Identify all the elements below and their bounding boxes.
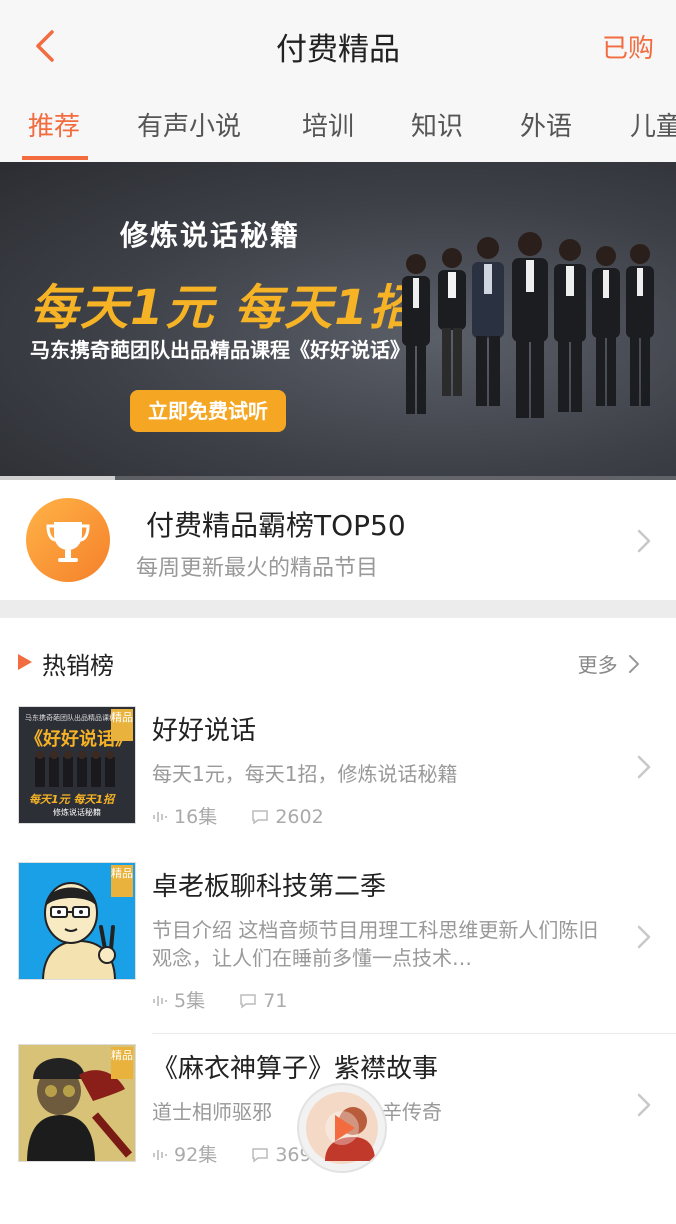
description-tail: 辛传奇 [382, 1100, 442, 1124]
team-photo-illustration [402, 232, 654, 418]
chevron-right-icon [637, 1093, 651, 1117]
section-marker-icon [18, 654, 32, 670]
tab-training[interactable]: 培训 [302, 106, 354, 143]
top-nav-bar: 付费精品 已购 [0, 0, 676, 91]
active-tab-indicator [22, 156, 88, 160]
promo-banner[interactable]: 修炼说话秘籍 每天1元 每天1招 马东携奇葩团队出品精品课程《好好说话》 立即免… [0, 162, 676, 480]
list-item-zhuo-laoban[interactable]: 精品 卓老板聊科技第二季 节目介绍 这档音频节目用理工科思维更新人们陈旧观念，让… [0, 862, 676, 1042]
page-title: 付费精品 [276, 32, 400, 68]
episodes-text: 5集 [174, 990, 206, 1012]
chevron-right-icon [629, 655, 639, 673]
more-label: 更多 [577, 653, 618, 677]
hot-sales-title: 热销榜 [42, 652, 114, 680]
banner-headline: 每天1元 每天1招 [30, 280, 420, 336]
audio-wave-icon [153, 996, 167, 1006]
comments-text: 71 [263, 990, 288, 1012]
floating-player-button[interactable] [297, 1083, 387, 1173]
item-title: 好好说话 [152, 716, 257, 746]
trophy-icon [26, 498, 110, 582]
premium-badge: 精品 [111, 709, 133, 741]
list-item-haohao-shuohua[interactable]: 马东携奇葩团队出品精品课程 《好好说话》 每天1元 每天1招 修炼说话秘籍 精品… [0, 706, 676, 886]
free-trial-button[interactable]: 立即免费试听 [130, 390, 286, 432]
now-playing-cover [306, 1092, 378, 1164]
episodes-count: 5集 [152, 990, 225, 1012]
episodes-text: 92集 [174, 1144, 218, 1166]
cover-image: 精品 [18, 862, 136, 980]
audio-wave-icon [153, 812, 167, 822]
item-description: 每天1元，每天1招，修炼说话秘籍 [152, 762, 458, 786]
banner-progress-fill [0, 476, 115, 480]
purchased-button[interactable]: 已购 [602, 28, 654, 65]
tab-knowledge[interactable]: 知识 [411, 106, 463, 143]
item-meta: 5集 71 [152, 986, 315, 1013]
comment-icon [240, 994, 256, 1009]
episodes-text: 16集 [174, 806, 218, 828]
chevron-right-icon [637, 925, 651, 949]
premium-badge: 精品 [111, 1047, 133, 1079]
item-description: 节目介绍 这档音频节目用理工科思维更新人们陈旧观念，让人们在睡前多懂一点技术… [152, 918, 599, 970]
chevron-right-icon [637, 755, 651, 779]
item-title: 《麻衣神算子》紫襟故事 [152, 1054, 439, 1084]
cover-people-illustration [35, 751, 115, 787]
row-divider [152, 1033, 676, 1034]
premium-badge: 精品 [111, 865, 133, 897]
episodes-count: 92集 [152, 1144, 237, 1166]
tab-children[interactable]: 儿童 [630, 106, 676, 143]
comment-icon [252, 1148, 269, 1163]
tab-recommend[interactable]: 推荐 [28, 106, 80, 143]
tab-audio-novel[interactable]: 有声小说 [137, 106, 241, 143]
cover-caption: 马东携奇葩团队出品精品课程 [25, 714, 116, 722]
episodes-count: 16集 [152, 806, 237, 828]
comments-text: 2602 [275, 806, 324, 828]
hot-sales-header: 热销榜 更多 [0, 618, 676, 702]
cover-slogan: 每天1元 每天1招 [29, 793, 115, 806]
chevron-right-icon [637, 529, 651, 553]
cover-image: 马东携奇葩团队出品精品课程 《好好说话》 每天1元 每天1招 修炼说话秘籍 精品 [18, 706, 136, 824]
audio-wave-icon [153, 1150, 167, 1160]
comments-count: 2602 [251, 806, 337, 828]
tab-foreign-language[interactable]: 外语 [520, 106, 572, 143]
top50-ranking-entry[interactable]: 付费精品霸榜TOP50 每周更新最火的精品节目 [0, 482, 676, 600]
description-head: 道士相师驱邪 [152, 1100, 272, 1124]
banner-subtitle: 修炼说话秘籍 [120, 219, 301, 252]
item-meta: 16集 2602 [152, 802, 352, 829]
top50-title: 付费精品霸榜TOP50 [146, 509, 406, 542]
category-tabs: 推荐 有声小说 培训 知识 外语 儿童 [0, 90, 676, 163]
comments-count: 71 [239, 990, 301, 1012]
cover-sub: 修炼说话秘籍 [53, 808, 101, 817]
cover-image: 精品 [18, 1044, 136, 1162]
more-link[interactable]: 更多 [578, 649, 640, 678]
section-divider [0, 600, 676, 618]
item-title: 卓老板聊科技第二季 [152, 872, 387, 902]
banner-carousel-progress [0, 476, 676, 480]
banner-description: 马东携奇葩团队出品精品课程《好好说话》 [30, 338, 410, 362]
top50-subtitle: 每周更新最火的精品节目 [136, 556, 379, 581]
comment-icon [252, 810, 269, 825]
